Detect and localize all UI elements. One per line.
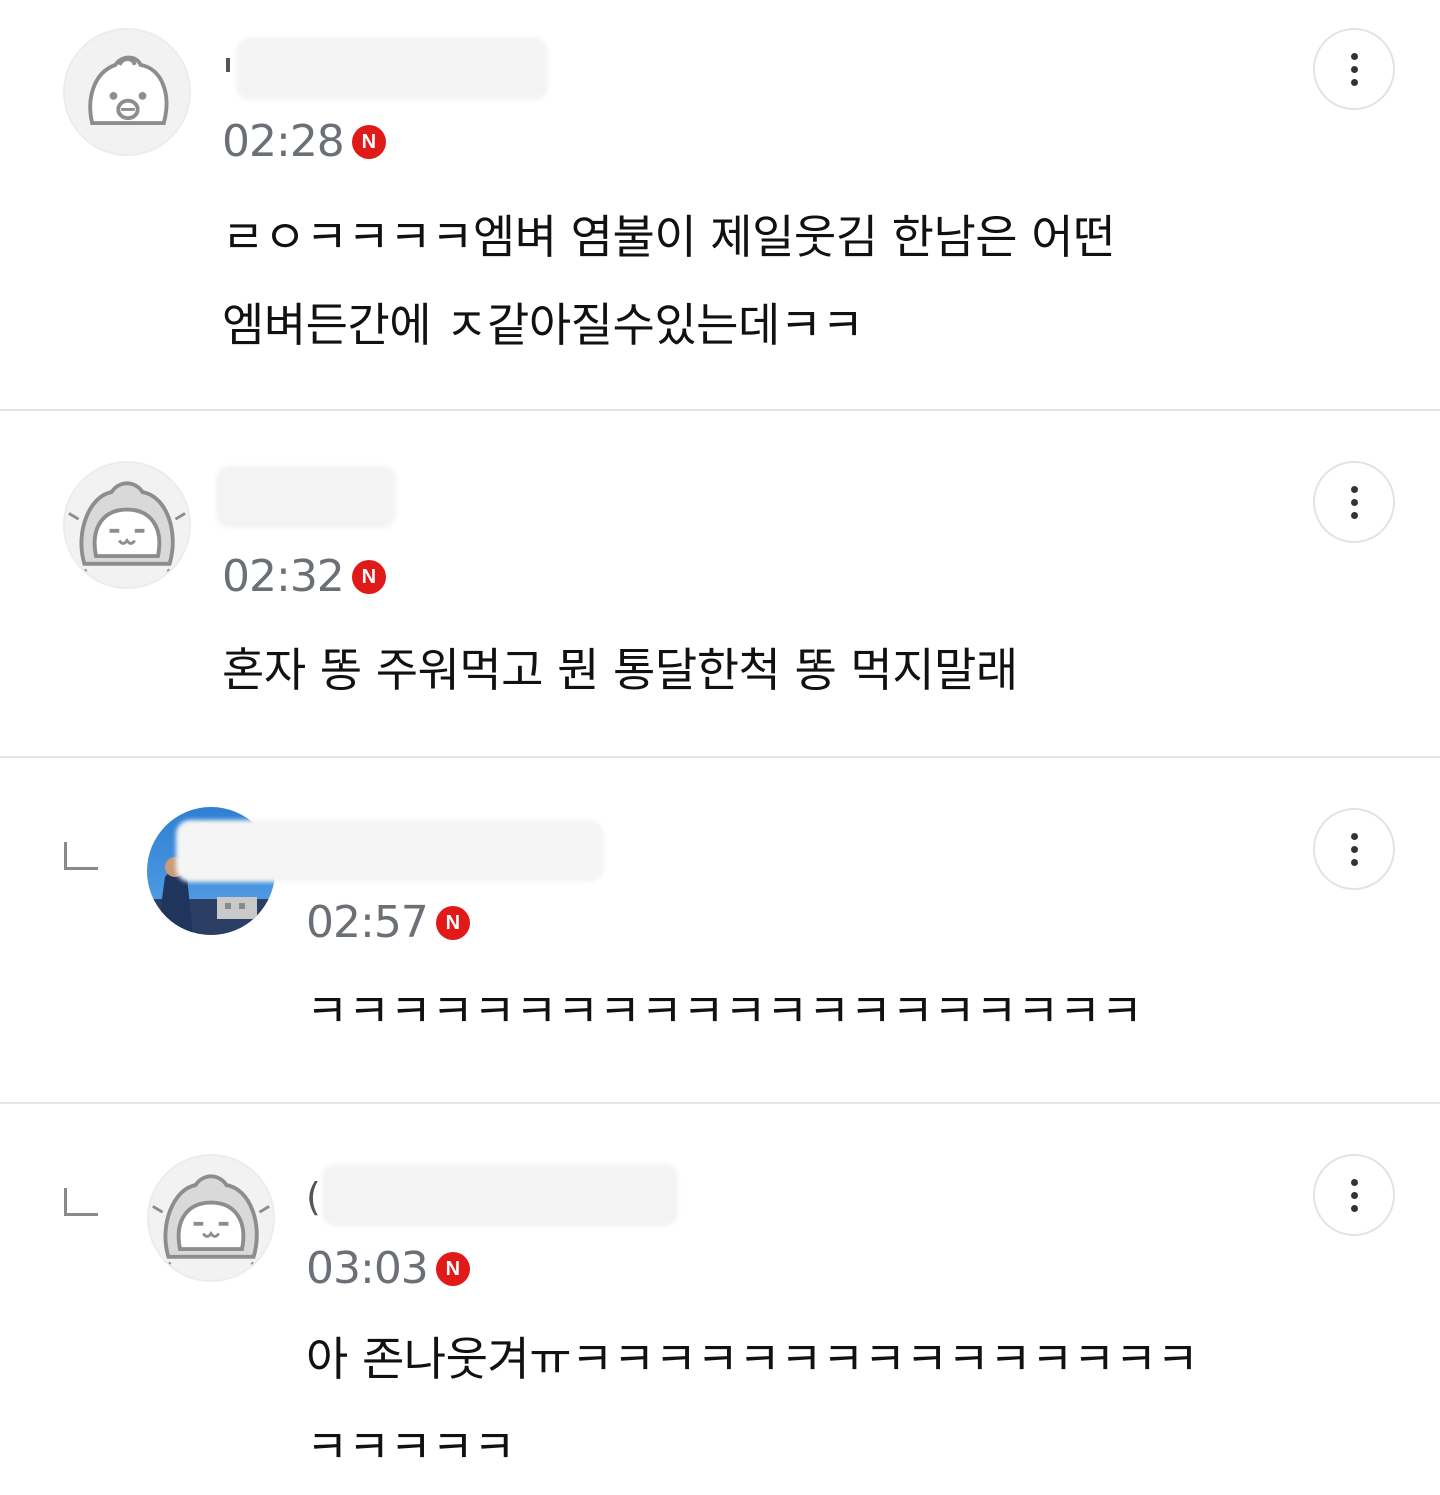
comment-meta: 02:32 N: [222, 555, 386, 599]
comment-meta: 03:03 N: [306, 1247, 470, 1291]
author-name: [226, 58, 230, 72]
comment-line: ㅋㅋㅋㅋㅋㅋㅋㅋㅋㅋㅋㅋㅋㅋㅋㅋㅋㅋㅋㅋ: [306, 984, 1143, 1038]
more-options-button[interactable]: [1313, 461, 1395, 543]
reply-arrow-icon: [64, 842, 98, 870]
new-badge-icon: N: [351, 560, 386, 594]
new-badge-icon: N: [351, 125, 386, 159]
comment-line: 혼자 똥 주워먹고 뭔 통달한척 똥 먹지말래: [222, 643, 1018, 697]
more-vertical-icon: [1350, 485, 1358, 519]
hooded-character-icon: [149, 1156, 273, 1280]
avatar[interactable]: [63, 28, 191, 156]
author-name-redacted: [322, 1164, 678, 1226]
reply-item: 02:57 N ㅋㅋㅋㅋㅋㅋㅋㅋㅋㅋㅋㅋㅋㅋㅋㅋㅋㅋㅋㅋ: [0, 758, 1440, 1102]
comment-body: 혼자 똥 주워먹고 뭔 통달한척 똥 먹지말래: [222, 626, 1018, 714]
timestamp: 03:03: [306, 1243, 429, 1294]
new-badge-icon: N: [435, 906, 470, 940]
more-vertical-icon: [1350, 1178, 1358, 1212]
comment-line: 엠벼든간에 ㅈ같아질수있는데ㅋㅋ: [222, 298, 864, 352]
new-badge-icon: N: [435, 1252, 470, 1286]
comment-body: ㅋㅋㅋㅋㅋㅋㅋㅋㅋㅋㅋㅋㅋㅋㅋㅋㅋㅋㅋㅋ: [306, 967, 1143, 1055]
comment-item: 02:28 N ㄹㅇㅋㅋㅋㅋ엠벼 염불이 제일웃김 한남은 어떤 엠벼든간에 ㅈ…: [0, 0, 1440, 410]
comment-item: 02:32 N 혼자 똥 주워먹고 뭔 통달한척 똥 먹지말래: [0, 411, 1440, 756]
avatar[interactable]: [147, 1154, 275, 1282]
comment-meta: 02:28 N: [222, 120, 386, 164]
author-name-redacted: [176, 820, 604, 882]
author-name-redacted: [216, 466, 396, 528]
reply-arrow-icon: [64, 1188, 98, 1216]
reply-item: ( 03:03 N 아 존나웃겨ㅠㅋㅋㅋㅋㅋㅋㅋㅋㅋㅋㅋㅋㅋㅋㅋ ㅋㅋㅋㅋㅋ: [0, 1104, 1440, 1495]
comment-body: ㄹㅇㅋㅋㅋㅋ엠벼 염불이 제일웃김 한남은 어떤 엠벼든간에 ㅈ같아질수있는데ㅋ…: [222, 193, 1115, 369]
author-name-redacted: [236, 38, 548, 100]
timestamp: 02:57: [306, 897, 429, 948]
comment-feed: 02:28 N ㄹㅇㅋㅋㅋㅋ엠벼 염불이 제일웃김 한남은 어떤 엠벼든간에 ㅈ…: [0, 0, 1440, 1495]
author-name: (: [306, 1175, 321, 1219]
comment-line: ㅋㅋㅋㅋㅋ: [306, 1420, 516, 1474]
more-options-button[interactable]: [1313, 808, 1395, 890]
comment-line: ㄹㅇㅋㅋㅋㅋ엠벼 염불이 제일웃김 한남은 어떤: [222, 210, 1115, 264]
kakao-character-icon: [65, 30, 189, 154]
more-vertical-icon: [1350, 52, 1358, 86]
more-options-button[interactable]: [1313, 1154, 1395, 1236]
more-options-button[interactable]: [1313, 28, 1395, 110]
timestamp: 02:32: [222, 551, 345, 602]
more-vertical-icon: [1350, 832, 1358, 866]
comment-line: 아 존나웃겨ㅠㅋㅋㅋㅋㅋㅋㅋㅋㅋㅋㅋㅋㅋㅋㅋ: [306, 1332, 1199, 1386]
timestamp: 02:28: [222, 116, 345, 167]
comment-body: 아 존나웃겨ㅠㅋㅋㅋㅋㅋㅋㅋㅋㅋㅋㅋㅋㅋㅋㅋ ㅋㅋㅋㅋㅋ: [306, 1315, 1199, 1491]
hooded-character-icon: [65, 463, 189, 587]
comment-meta: 02:57 N: [306, 901, 470, 945]
avatar[interactable]: [63, 461, 191, 589]
